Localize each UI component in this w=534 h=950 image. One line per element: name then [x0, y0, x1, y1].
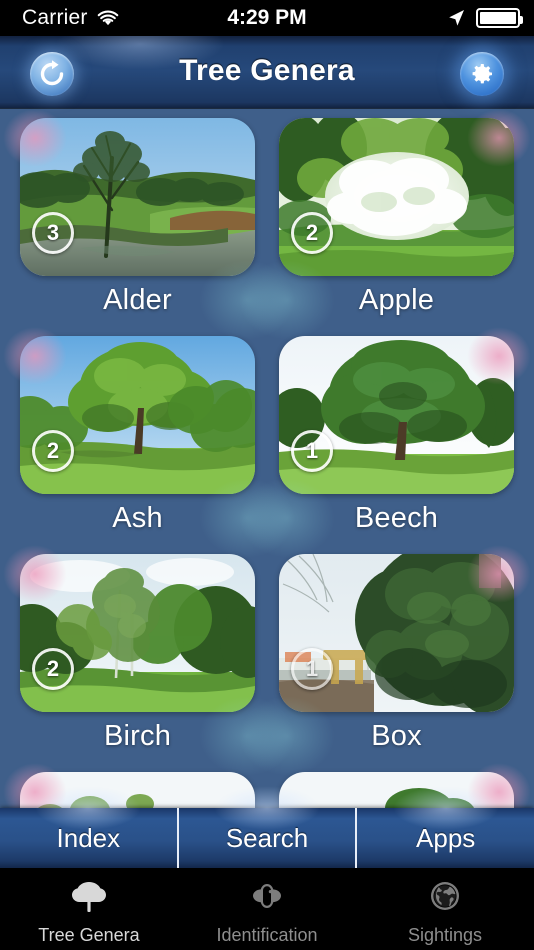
genus-label: Box [371, 720, 422, 752]
genus-card[interactable]: 3 [20, 118, 255, 276]
tab-identification[interactable]: Identification [178, 868, 356, 950]
genus-label: Ash [112, 502, 163, 534]
gear-icon [470, 62, 494, 86]
tree-icon [69, 876, 109, 921]
tab-bar: Tree Genera Identification Sightings [0, 868, 534, 950]
navigation-bar: Tree Genera [0, 18, 534, 108]
globe-icon [425, 876, 465, 921]
genus-card[interactable]: 2 [279, 118, 514, 276]
battery-full-icon [476, 8, 523, 28]
genus-cell-box[interactable]: 1 Box [239, 544, 532, 776]
genus-cell-apple[interactable]: 2 Apple [239, 108, 532, 340]
genus-card[interactable]: 1 [279, 554, 514, 712]
sightings-badge: 2 [32, 430, 74, 472]
genus-cell-birch[interactable]: 2 Birch [2, 544, 295, 776]
genus-label: Alder [103, 284, 172, 316]
genus-card[interactable]: 1 [279, 336, 514, 494]
genus-card[interactable]: 2 [20, 336, 255, 494]
grid-row: 2 Birch 1 Box [2, 544, 532, 776]
genus-label: Apple [358, 284, 435, 316]
grid-row: 2 Ash 1 Beech [2, 326, 532, 558]
sightings-badge: 2 [32, 648, 74, 690]
search-button[interactable]: Search [178, 786, 358, 868]
genus-card[interactable]: 2 [20, 554, 255, 712]
apps-button[interactable]: Apps [357, 786, 534, 868]
genus-label: Birch [103, 720, 172, 752]
grid-row: 3 Alder 2 Apple [2, 108, 532, 340]
segmented-toolbar: Index Search Apps [0, 786, 534, 868]
leaf-icon [247, 876, 287, 921]
app-screen: Carrier 4:29 PM Tree Genera 3 Alder 2 Ap… [0, 0, 534, 950]
genera-grid: 3 Alder 2 Apple 2 Ash 1 Beech 2 Birch 1 … [0, 108, 534, 930]
genus-label: Beech [354, 502, 439, 534]
settings-button[interactable] [460, 52, 504, 96]
index-button[interactable]: Index [0, 786, 179, 868]
sightings-badge: 3 [32, 212, 74, 254]
page-title: Tree Genera [179, 54, 355, 87]
genus-cell-alder[interactable]: 3 Alder [2, 108, 295, 340]
tab-sightings[interactable]: Sightings [356, 868, 534, 950]
status-bar-right [446, 8, 523, 28]
tab-label: Identification [216, 925, 318, 945]
status-bar: Carrier 4:29 PM [0, 0, 534, 36]
location-arrow-icon [446, 8, 466, 28]
sightings-badge: 1 [291, 430, 333, 472]
genus-cell-beech[interactable]: 1 Beech [239, 326, 532, 558]
sightings-badge: 2 [291, 212, 333, 254]
tab-label: Sightings [407, 925, 483, 945]
tab-tree-genera[interactable]: Tree Genera [0, 868, 178, 950]
genus-cell-ash[interactable]: 2 Ash [2, 326, 295, 558]
sightings-badge: 1 [291, 648, 333, 690]
tab-label: Tree Genera [38, 925, 140, 945]
